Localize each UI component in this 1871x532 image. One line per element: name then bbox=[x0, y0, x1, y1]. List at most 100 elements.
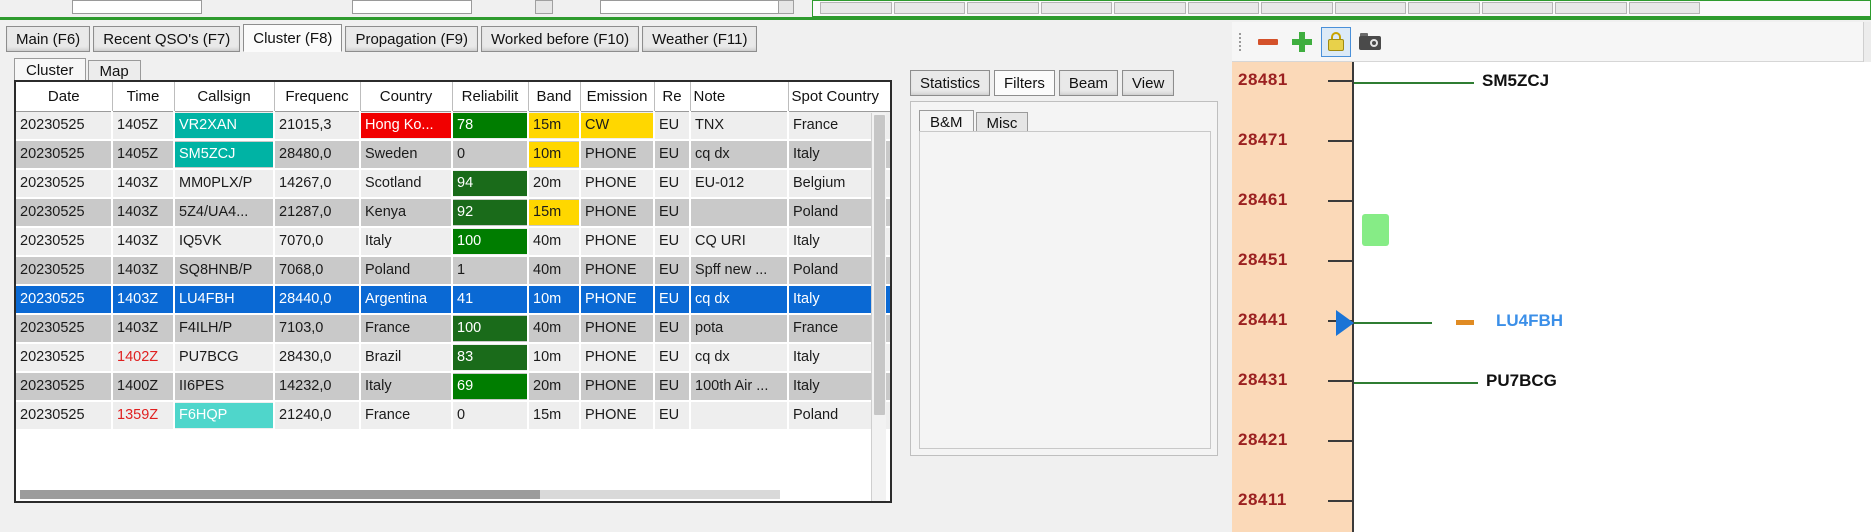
cell-emission: PHONE bbox=[580, 285, 655, 315]
table-row[interactable]: 20230525 1400Z II6PES 14232,0 Italy 69 20m PHON… bbox=[16, 372, 890, 402]
top-field-2[interactable] bbox=[352, 0, 472, 14]
column-header-9[interactable]: Note bbox=[690, 82, 789, 112]
table-row[interactable]: 20230525 1405Z SM5ZCJ 28480,0 Sweden 0 10m PHON… bbox=[16, 140, 890, 170]
grid-horizontal-scrollbar[interactable] bbox=[20, 490, 780, 499]
spot-line bbox=[1354, 382, 1478, 384]
main-tab-2[interactable]: Cluster (F8) bbox=[243, 24, 343, 52]
spot-callsign-label[interactable]: LU4FBH bbox=[1496, 311, 1563, 331]
filters-tab-2[interactable]: Beam bbox=[1058, 70, 1119, 96]
spot-line bbox=[1354, 322, 1432, 324]
main-tab-bar: Main (F6) Recent QSO's (F7) Cluster (F8) Pr… bbox=[6, 24, 760, 52]
filters-tab-0[interactable]: Statistics bbox=[910, 70, 991, 96]
column-header-4[interactable]: Country bbox=[360, 82, 453, 112]
cluster-grid[interactable]: Date Time Callsign Frequenc Country Reliabili… bbox=[14, 80, 892, 503]
table-row[interactable]: 20230525 1403Z MM0PLX/P 14267,0 Scotland 94 20… bbox=[16, 169, 890, 199]
cell-date: 20230525 bbox=[16, 198, 113, 228]
minus-icon bbox=[1258, 38, 1278, 45]
frequency-tick-label: 28481 bbox=[1238, 70, 1288, 89]
rx-frequency-marker[interactable] bbox=[1336, 310, 1354, 336]
cell-region: EU bbox=[654, 314, 691, 344]
top-small-button-2[interactable] bbox=[778, 0, 794, 14]
frequency-tick-label: 28451 bbox=[1238, 250, 1288, 269]
cell-reliability: 69 bbox=[452, 372, 529, 402]
cell-band: 10m bbox=[528, 343, 581, 373]
column-header-5[interactable]: Reliabilit bbox=[452, 82, 529, 112]
add-spot-button[interactable] bbox=[1287, 27, 1317, 57]
cell-frequency: 14267,0 bbox=[274, 169, 361, 199]
main-tab-4[interactable]: Worked before (F10) bbox=[481, 26, 640, 52]
column-header-1[interactable]: Time bbox=[112, 82, 175, 112]
table-row[interactable]: 20230525 1359Z F6HQP 21240,0 France 0 15m PHONE… bbox=[16, 401, 890, 431]
table-row[interactable]: 20230525 1403Z F4ILH/P 7103,0 France 100 40m PH… bbox=[16, 314, 890, 344]
lock-button[interactable] bbox=[1321, 26, 1351, 57]
table-row[interactable]: 20230525 1403Z 5Z4/UA4... 21287,0 Kenya 92 15m… bbox=[16, 198, 890, 228]
main-tab-5[interactable]: Weather (F11) bbox=[642, 26, 758, 52]
cell-band: 20m bbox=[528, 169, 581, 199]
cell-time: 1403Z bbox=[112, 285, 175, 315]
frequency-tick-mark bbox=[1328, 260, 1352, 262]
table-row[interactable]: 20230525 1403Z LU4FBH 28440,0 Argentina 41 10m… bbox=[16, 285, 890, 315]
cell-note: pota bbox=[690, 314, 789, 344]
cluster-subtab-1[interactable]: Map bbox=[87, 60, 141, 82]
cell-band: 40m bbox=[528, 314, 581, 344]
grid-vertical-scroll-thumb[interactable] bbox=[874, 115, 885, 415]
cell-emission: PHONE bbox=[580, 198, 655, 228]
column-header-6[interactable]: Band bbox=[528, 82, 581, 112]
top-right-cell bbox=[967, 2, 1039, 14]
cell-band: 15m bbox=[528, 198, 581, 228]
column-header-10[interactable]: Spot Country bbox=[788, 82, 890, 112]
column-header-2[interactable]: Callsign bbox=[174, 82, 275, 112]
table-row[interactable]: 20230525 1402Z PU7BCG 28430,0 Brazil 83 10m PHO… bbox=[16, 343, 890, 373]
cell-date: 20230525 bbox=[16, 372, 113, 402]
table-row[interactable]: 20230525 1405Z VR2XAN 21015,3 Hong Ko... 78 15… bbox=[16, 111, 890, 141]
cell-band: 40m bbox=[528, 227, 581, 257]
cell-frequency: 7070,0 bbox=[274, 227, 361, 257]
cell-region: EU bbox=[654, 372, 691, 402]
grid-horizontal-scroll-thumb[interactable] bbox=[20, 490, 540, 499]
frequency-tick-label: 28441 bbox=[1238, 310, 1288, 329]
cell-date: 20230525 bbox=[16, 343, 113, 373]
cell-emission: PHONE bbox=[580, 256, 655, 286]
cell-note: 100th Air ... bbox=[690, 372, 789, 402]
cell-country: Italy bbox=[360, 227, 453, 257]
bandmap-panel: 28481 28471 28461 28451 28441 28431 28421 28411… bbox=[1232, 22, 1871, 532]
main-tab-3[interactable]: Propagation (F9) bbox=[345, 26, 478, 52]
grid-vertical-scrollbar[interactable] bbox=[871, 113, 886, 501]
column-header-0[interactable]: Date bbox=[16, 82, 113, 112]
spot-callsign-label[interactable]: PU7BCG bbox=[1486, 371, 1557, 391]
top-small-button-1[interactable] bbox=[535, 0, 553, 14]
filters-tab-3[interactable]: View bbox=[1122, 70, 1175, 96]
frequency-tick-label: 28421 bbox=[1238, 430, 1288, 449]
column-header-8[interactable]: Re bbox=[654, 82, 691, 112]
toolbar-resize-handle[interactable] bbox=[1863, 22, 1871, 62]
cell-date: 20230525 bbox=[16, 256, 113, 286]
top-field-3[interactable] bbox=[600, 0, 780, 14]
table-row[interactable]: 20230525 1403Z IQ5VK 7070,0 Italy 100 40m PHONE… bbox=[16, 227, 890, 257]
snapshot-button[interactable] bbox=[1355, 27, 1385, 57]
filters-tab-1[interactable]: Filters bbox=[994, 70, 1055, 96]
cell-time: 1402Z bbox=[112, 343, 175, 373]
cell-time: 1403Z bbox=[112, 169, 175, 199]
cell-region: EU bbox=[654, 285, 691, 315]
cell-callsign: 5Z4/UA4... bbox=[174, 198, 275, 228]
cell-note: EU-012 bbox=[690, 169, 789, 199]
cell-note: cq dx bbox=[690, 140, 789, 170]
cell-emission: PHONE bbox=[580, 314, 655, 344]
column-header-3[interactable]: Frequenc bbox=[274, 82, 361, 112]
frequency-tick-label: 28461 bbox=[1238, 190, 1288, 209]
cell-callsign: SQ8HNB/P bbox=[174, 256, 275, 286]
cell-frequency: 7068,0 bbox=[274, 256, 361, 286]
main-tab-1[interactable]: Recent QSO's (F7) bbox=[93, 26, 241, 52]
column-header-7[interactable]: Emission bbox=[580, 82, 655, 112]
cell-date: 20230525 bbox=[16, 111, 113, 141]
plus-icon bbox=[1292, 31, 1312, 52]
bandmap-canvas[interactable]: 28481 28471 28461 28451 28441 28431 28421 28411… bbox=[1232, 62, 1871, 532]
toolbar-drag-handle[interactable] bbox=[1239, 32, 1249, 51]
table-row[interactable]: 20230525 1403Z SQ8HNB/P 7068,0 Poland 1 40m PHO… bbox=[16, 256, 890, 286]
main-tab-0[interactable]: Main (F6) bbox=[6, 26, 91, 52]
remove-spot-button[interactable] bbox=[1253, 27, 1283, 57]
top-field-1[interactable] bbox=[72, 0, 202, 14]
spot-callsign-label[interactable]: SM5ZCJ bbox=[1482, 71, 1549, 91]
cell-emission: PHONE bbox=[580, 169, 655, 199]
cluster-subtab-0[interactable]: Cluster bbox=[14, 58, 86, 82]
